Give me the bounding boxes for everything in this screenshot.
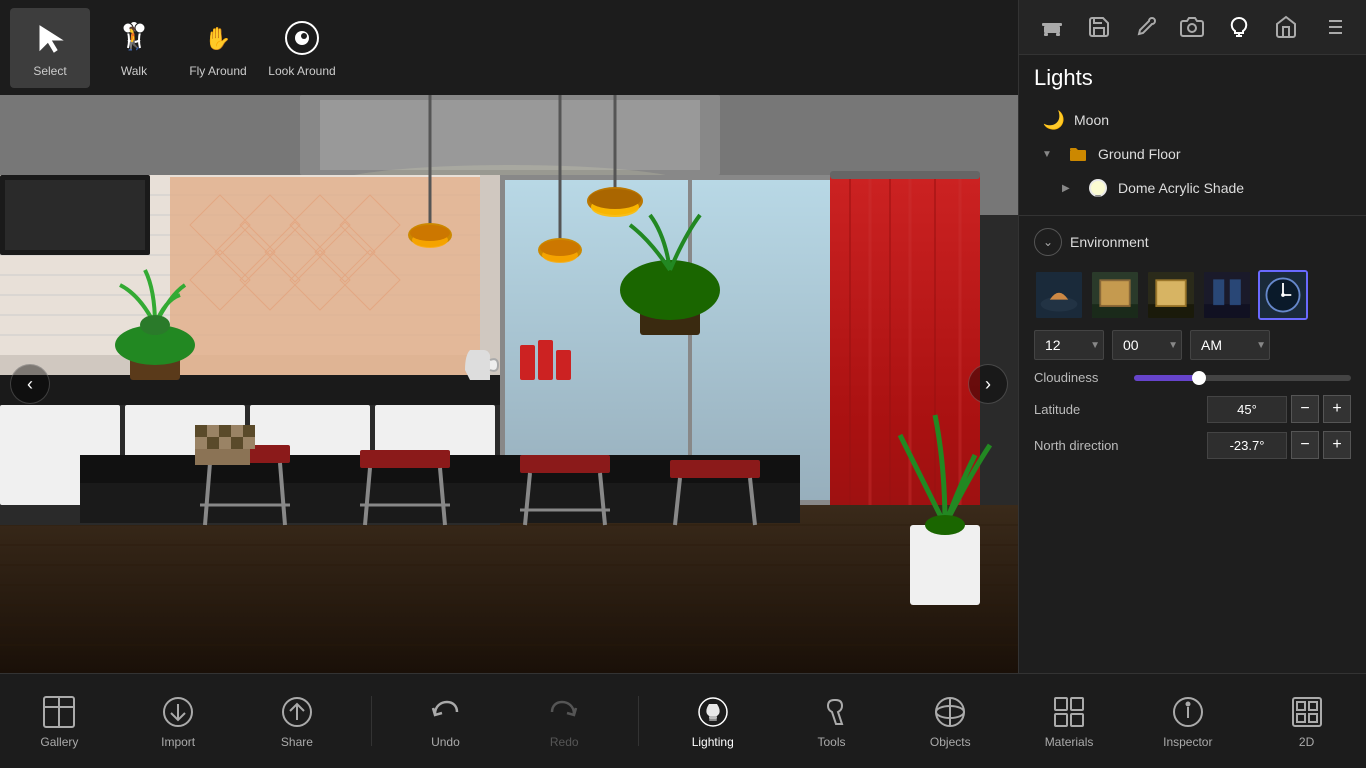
bottom-lighting-btn[interactable]: Lighting bbox=[668, 681, 758, 761]
lighting-label: Lighting bbox=[692, 735, 734, 749]
cloudiness-label: Cloudiness bbox=[1034, 370, 1124, 385]
preset-evening-btn[interactable] bbox=[1202, 270, 1252, 320]
north-direction-row: North direction − + bbox=[1034, 431, 1351, 459]
tool-fly-label: Fly Around bbox=[189, 64, 246, 78]
latitude-row: Latitude − + bbox=[1034, 395, 1351, 423]
preset-afternoon-btn[interactable] bbox=[1146, 270, 1196, 320]
tool-select[interactable]: Select bbox=[10, 8, 90, 88]
preset-morning-btn[interactable] bbox=[1090, 270, 1140, 320]
latitude-label: Latitude bbox=[1034, 402, 1144, 417]
cloudiness-row: Cloudiness bbox=[1034, 370, 1351, 385]
right-panel: Lights 🌙 Moon ▼ Ground Floor ▶ bbox=[1018, 0, 1366, 673]
light-bulb-icon bbox=[1086, 176, 1110, 200]
top-toolbar: Select 🚶 Walk ✋ Fly Around Look Around bbox=[0, 0, 1018, 95]
bottom-toolbar: Gallery Import Share Undo Redo bbox=[0, 673, 1366, 768]
tool-look-around[interactable]: Look Around bbox=[262, 8, 342, 88]
tool-look-label: Look Around bbox=[268, 64, 335, 78]
environment-section: ⌄ Environment bbox=[1019, 215, 1366, 475]
bottom-materials-btn[interactable]: Materials bbox=[1024, 681, 1114, 761]
tree-item-ground-floor[interactable]: ▼ Ground Floor bbox=[1034, 137, 1351, 171]
inspector-label: Inspector bbox=[1163, 735, 1212, 749]
svg-text:✋: ✋ bbox=[204, 26, 231, 51]
tree-item-moon[interactable]: 🌙 Moon bbox=[1034, 103, 1351, 137]
objects-label: Objects bbox=[930, 735, 971, 749]
panel-lighting-btn[interactable] bbox=[1221, 9, 1257, 45]
tree-item-dome[interactable]: ▶ Dome Acrylic Shade bbox=[1054, 171, 1351, 205]
cloudiness-slider[interactable] bbox=[1134, 375, 1351, 381]
tool-select-label: Select bbox=[33, 64, 66, 78]
expand-ground-floor-icon: ▼ bbox=[1042, 149, 1058, 160]
viewport[interactable]: ‹ › bbox=[0, 95, 1018, 673]
divider-2 bbox=[638, 696, 639, 746]
tree-ground-floor-label: Ground Floor bbox=[1098, 146, 1180, 162]
hour-select[interactable]: 12123 4567 891011 bbox=[1034, 330, 1104, 360]
panel-save-btn[interactable] bbox=[1081, 9, 1117, 45]
tool-walk[interactable]: 🚶 Walk bbox=[94, 8, 174, 88]
svg-text:🚶: 🚶 bbox=[120, 26, 147, 51]
north-direction-decrease-btn[interactable]: − bbox=[1291, 431, 1319, 459]
bottom-inspector-btn[interactable]: Inspector bbox=[1143, 681, 1233, 761]
panel-camera-btn[interactable] bbox=[1174, 9, 1210, 45]
divider-1 bbox=[371, 696, 372, 746]
north-direction-label: North direction bbox=[1034, 438, 1144, 453]
preset-custom-btn[interactable] bbox=[1258, 270, 1308, 320]
latitude-decrease-btn[interactable]: − bbox=[1291, 395, 1319, 423]
bottom-tools-btn[interactable]: Tools bbox=[787, 681, 877, 761]
bottom-share-btn[interactable]: Share bbox=[252, 681, 342, 761]
2d-label: 2D bbox=[1299, 735, 1314, 749]
preset-dawn-btn[interactable] bbox=[1034, 270, 1084, 320]
north-direction-controls: − + bbox=[1207, 431, 1351, 459]
ampm-select[interactable]: AMPM bbox=[1190, 330, 1270, 360]
gallery-label: Gallery bbox=[40, 735, 78, 749]
cloudiness-track bbox=[1134, 375, 1351, 381]
tree-moon-label: Moon bbox=[1074, 112, 1109, 128]
latitude-controls: − + bbox=[1207, 395, 1351, 423]
import-label: Import bbox=[161, 735, 195, 749]
latitude-input[interactable] bbox=[1207, 396, 1287, 423]
panel-icon-bar bbox=[1019, 0, 1366, 55]
latitude-increase-btn[interactable]: + bbox=[1323, 395, 1351, 423]
cloudiness-fill bbox=[1134, 375, 1199, 381]
minute-select[interactable]: 00153045 bbox=[1112, 330, 1182, 360]
cloudiness-thumb[interactable] bbox=[1192, 371, 1206, 385]
panel-paint-btn[interactable] bbox=[1128, 9, 1164, 45]
bottom-redo-btn[interactable]: Redo bbox=[519, 681, 609, 761]
bottom-gallery-btn[interactable]: Gallery bbox=[14, 681, 104, 761]
environment-label: Environment bbox=[1070, 234, 1149, 250]
bottom-2d-btn[interactable]: 2D bbox=[1262, 681, 1352, 761]
nav-prev[interactable]: ‹ bbox=[10, 364, 50, 404]
lights-section: Lights 🌙 Moon ▼ Ground Floor ▶ bbox=[1019, 55, 1366, 215]
environment-header[interactable]: ⌄ Environment bbox=[1034, 224, 1351, 260]
redo-label: Redo bbox=[550, 735, 579, 749]
materials-label: Materials bbox=[1045, 735, 1094, 749]
environment-chevron-icon: ⌄ bbox=[1034, 228, 1062, 256]
tool-fly-around[interactable]: ✋ Fly Around bbox=[178, 8, 258, 88]
time-presets bbox=[1034, 270, 1351, 320]
time-controls: 12123 4567 891011 ▼ 00153045 ▼ AMPM ▼ bbox=[1034, 330, 1351, 360]
tool-walk-label: Walk bbox=[121, 64, 147, 78]
tools-label: Tools bbox=[817, 735, 845, 749]
bottom-objects-btn[interactable]: Objects bbox=[905, 681, 995, 761]
undo-label: Undo bbox=[431, 735, 460, 749]
bottom-import-btn[interactable]: Import bbox=[133, 681, 223, 761]
lights-title: Lights bbox=[1034, 65, 1351, 91]
minute-select-wrap: 00153045 ▼ bbox=[1112, 330, 1182, 360]
hour-select-wrap: 12123 4567 891011 ▼ bbox=[1034, 330, 1104, 360]
nav-next[interactable]: › bbox=[968, 364, 1008, 404]
moon-icon: 🌙 bbox=[1042, 108, 1066, 132]
share-label: Share bbox=[281, 735, 313, 749]
bottom-undo-btn[interactable]: Undo bbox=[400, 681, 490, 761]
north-direction-increase-btn[interactable]: + bbox=[1323, 431, 1351, 459]
tree-dome-label: Dome Acrylic Shade bbox=[1118, 180, 1244, 196]
folder-icon bbox=[1066, 142, 1090, 166]
ampm-select-wrap: AMPM ▼ bbox=[1190, 330, 1270, 360]
panel-furniture-btn[interactable] bbox=[1034, 9, 1070, 45]
north-direction-input[interactable] bbox=[1207, 432, 1287, 459]
expand-dome-icon: ▶ bbox=[1062, 183, 1078, 194]
panel-list-btn[interactable] bbox=[1315, 9, 1351, 45]
panel-home-btn[interactable] bbox=[1268, 9, 1304, 45]
